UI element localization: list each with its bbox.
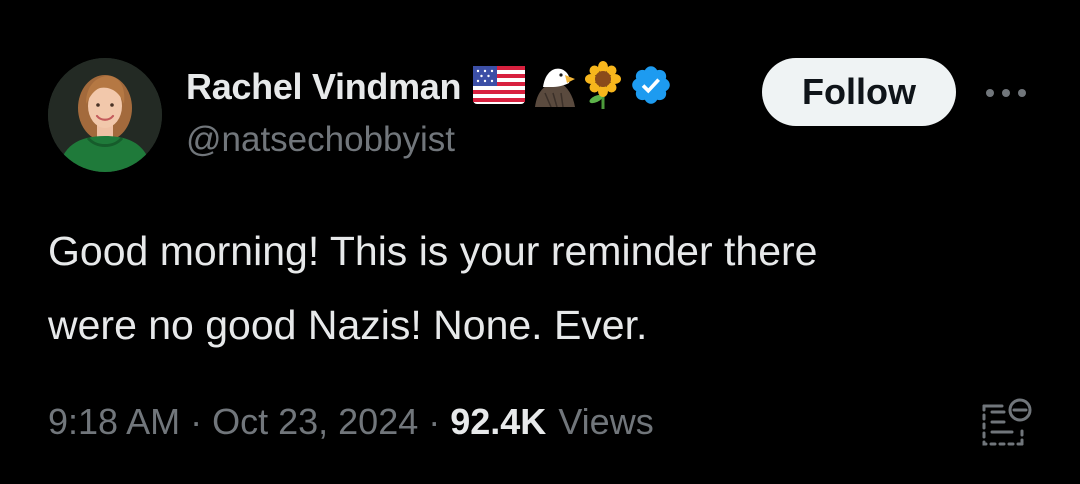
author-handle[interactable]: @natsechobbyist bbox=[186, 120, 455, 160]
eagle-icon bbox=[531, 63, 577, 112]
us-flag-icon bbox=[473, 65, 526, 109]
post-analytics-icon[interactable] bbox=[978, 396, 1034, 448]
tweet-container: Rachel Vindman @natsechobbyist Follow Go… bbox=[0, 0, 1080, 484]
avatar[interactable] bbox=[48, 58, 162, 172]
tweet-text-line: were no good Nazis! None. Ever. bbox=[48, 302, 648, 348]
meta-separator: · bbox=[190, 401, 203, 442]
tweet-date[interactable]: Oct 23, 2024 bbox=[212, 401, 418, 443]
tweet-meta: 9:18 AM · Oct 23, 2024 · 92.4K Views bbox=[48, 396, 654, 448]
views-label: Views bbox=[558, 401, 654, 442]
author-name-row: Rachel Vindman bbox=[186, 60, 673, 114]
meta-separator: · bbox=[428, 401, 441, 442]
follow-button[interactable]: Follow bbox=[762, 58, 956, 126]
verified-badge-icon[interactable] bbox=[629, 63, 673, 112]
views-count: 92.4K bbox=[450, 401, 547, 442]
sunflower-icon bbox=[583, 60, 623, 114]
more-options-icon[interactable] bbox=[980, 76, 1032, 110]
tweet-time[interactable]: 9:18 AM bbox=[48, 401, 180, 443]
tweet-text: Good morning! This is your reminder ther… bbox=[48, 214, 1038, 362]
author-display-name[interactable]: Rachel Vindman bbox=[186, 66, 462, 108]
tweet-text-line: Good morning! This is your reminder ther… bbox=[48, 228, 818, 274]
avatar-image bbox=[48, 58, 162, 172]
